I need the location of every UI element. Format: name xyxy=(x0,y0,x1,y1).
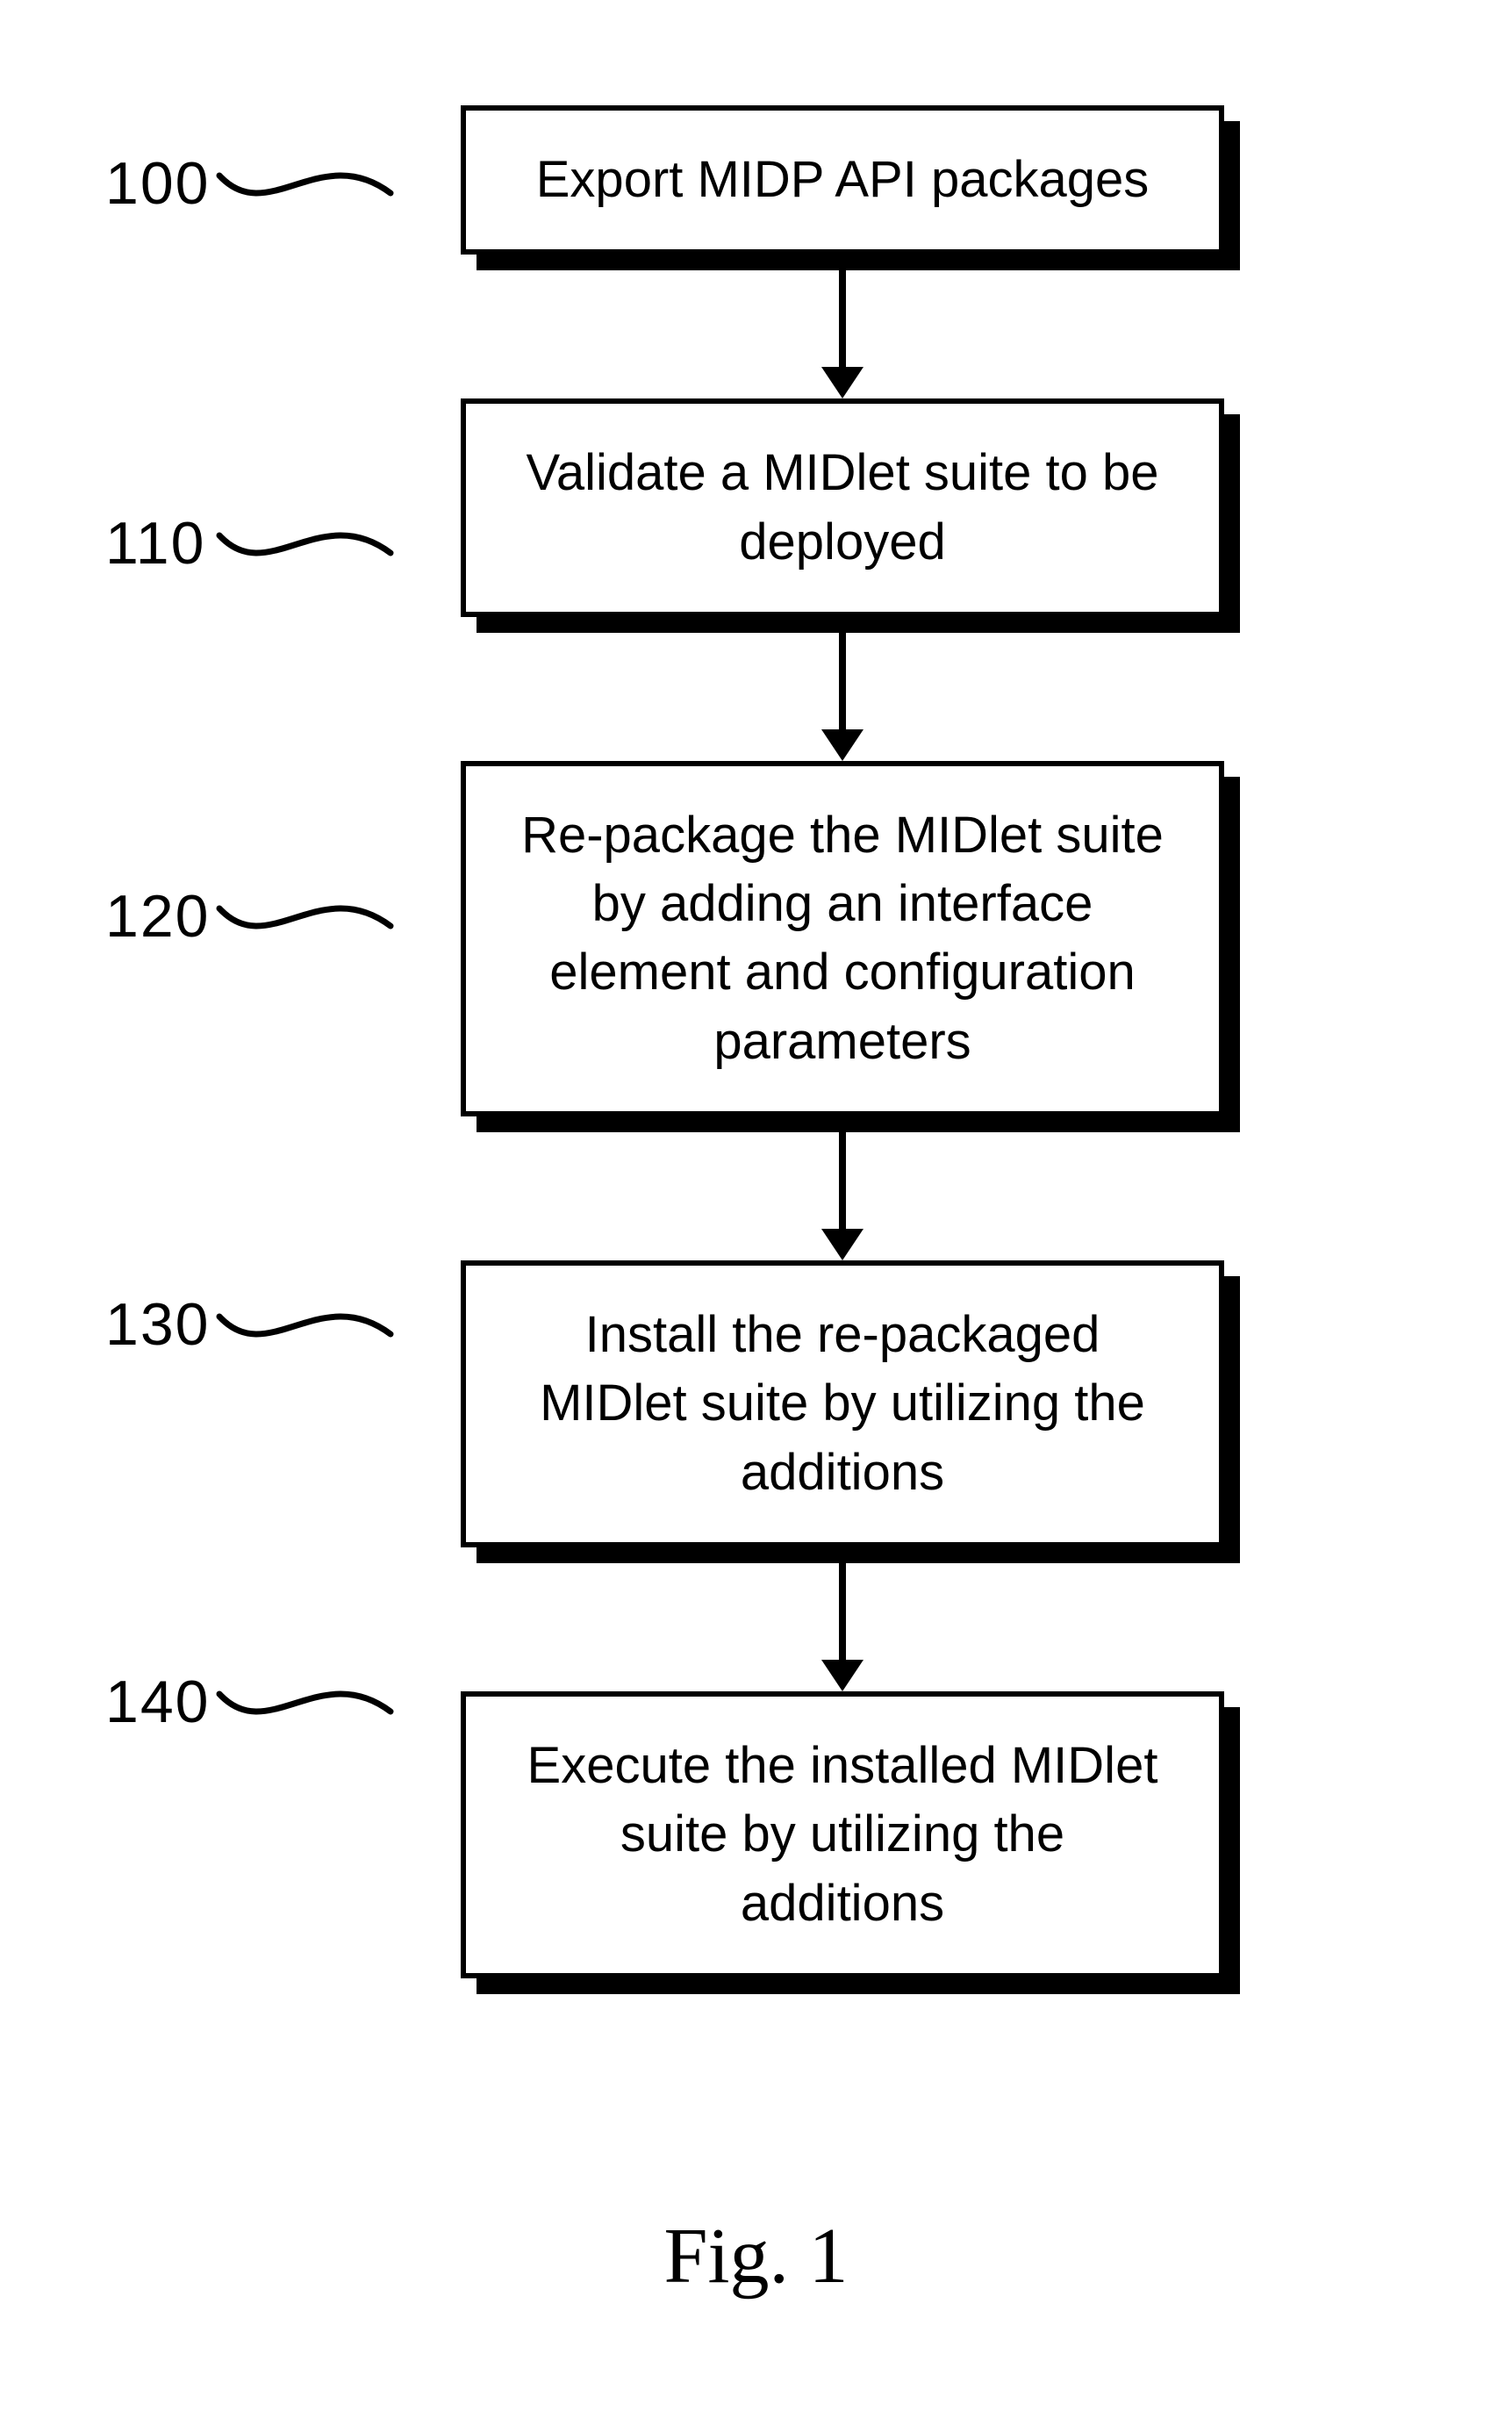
step-box-120: Re-package the MIDlet suite by adding an… xyxy=(461,761,1224,1116)
arrow-down-icon xyxy=(821,255,863,398)
step-number-110: 110 xyxy=(105,509,205,578)
step-100: Export MIDP API packages xyxy=(325,105,1360,398)
step-number-130: 130 xyxy=(105,1290,210,1359)
step-110: Validate a MIDlet suite to be deployed xyxy=(325,398,1360,761)
arrow-down-icon xyxy=(821,617,863,761)
step-text-120: Re-package the MIDlet suite by adding an… xyxy=(521,807,1164,1070)
step-text-140: Execute the installed MIDlet suite by ut… xyxy=(527,1737,1158,1932)
figure-caption: Fig. 1 xyxy=(0,2211,1512,2301)
diagram-canvas: 100 110 120 130 140 Export MIDP API pack… xyxy=(0,0,1512,2433)
flowchart: Export MIDP API packages Validate a MIDl… xyxy=(325,105,1360,1978)
step-number-120: 120 xyxy=(105,882,210,951)
step-130: Install the re-packaged MIDlet suite by … xyxy=(325,1260,1360,1691)
step-text-110: Validate a MIDlet suite to be deployed xyxy=(526,444,1158,570)
step-box-140: Execute the installed MIDlet suite by ut… xyxy=(461,1691,1224,1978)
arrow-down-icon xyxy=(821,1116,863,1260)
step-box-100: Export MIDP API packages xyxy=(461,105,1224,255)
arrow-down-icon xyxy=(821,1547,863,1691)
step-140: Execute the installed MIDlet suite by ut… xyxy=(325,1691,1360,1978)
step-text-100: Export MIDP API packages xyxy=(536,151,1150,208)
step-box-130: Install the re-packaged MIDlet suite by … xyxy=(461,1260,1224,1547)
step-text-130: Install the re-packaged MIDlet suite by … xyxy=(540,1306,1145,1501)
step-number-140: 140 xyxy=(105,1668,210,1736)
step-box-110: Validate a MIDlet suite to be deployed xyxy=(461,398,1224,617)
step-120: Re-package the MIDlet suite by adding an… xyxy=(325,761,1360,1260)
step-number-100: 100 xyxy=(105,149,210,218)
